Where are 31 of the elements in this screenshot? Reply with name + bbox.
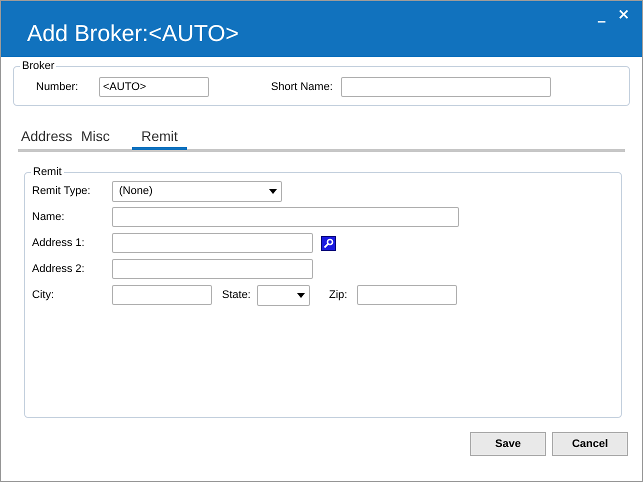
name-field[interactable] bbox=[112, 207, 459, 227]
city-field[interactable] bbox=[112, 285, 212, 305]
remit-type-dropdown[interactable]: (None) bbox=[112, 180, 282, 202]
field-label: Short Name: bbox=[271, 81, 334, 93]
caret-icon bbox=[269, 188, 277, 194]
tab[interactable]: Misc bbox=[81, 124, 132, 150]
field-label: State: bbox=[222, 289, 252, 301]
minimize-button[interactable]: _ bbox=[594, 3, 610, 25]
address-field[interactable] bbox=[112, 259, 313, 279]
cancel-button[interactable]: Cancel bbox=[552, 432, 628, 456]
close-button[interactable]: × bbox=[613, 3, 634, 25]
field-label: Zip: bbox=[329, 289, 348, 301]
search-button[interactable] bbox=[321, 236, 336, 250]
save-button[interactable]: Save bbox=[470, 432, 546, 456]
zip-field[interactable] bbox=[357, 285, 457, 305]
field-label: Address 1: bbox=[32, 237, 86, 249]
group-legend: Broker bbox=[20, 60, 56, 72]
caret-icon bbox=[297, 292, 305, 298]
address-field[interactable] bbox=[112, 233, 313, 253]
field-label: City: bbox=[32, 289, 55, 301]
field-label: Name: bbox=[32, 211, 66, 223]
window-title: Add Broker:<AUTO> bbox=[27, 20, 239, 47]
field-label: Address 2: bbox=[32, 263, 86, 275]
state-dropdown[interactable] bbox=[257, 284, 310, 306]
short-name-field[interactable] bbox=[341, 77, 551, 97]
tab[interactable]: Remit bbox=[132, 124, 187, 150]
field-label: Remit Type: bbox=[32, 185, 92, 197]
field-label: Number: bbox=[36, 81, 80, 93]
number-field[interactable]: <AUTO> bbox=[99, 77, 209, 97]
tab[interactable]: Address bbox=[18, 124, 81, 150]
group-legend: Remit bbox=[31, 166, 64, 178]
